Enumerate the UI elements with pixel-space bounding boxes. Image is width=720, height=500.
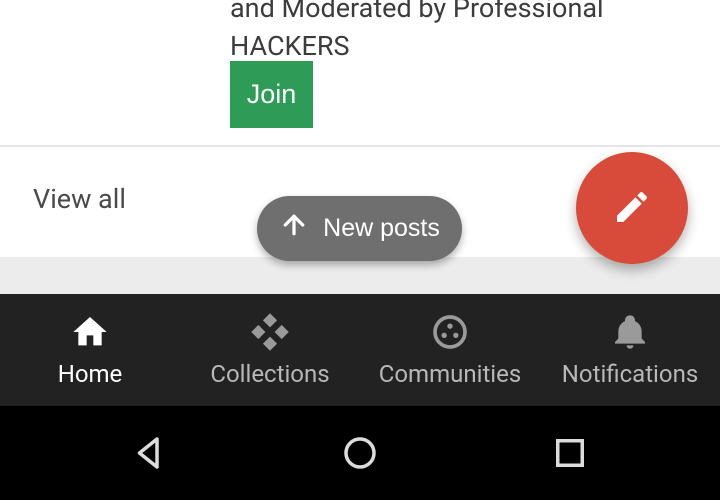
- arrow-up-icon: [279, 210, 309, 247]
- community-desc-line2: HACKERS: [230, 28, 604, 66]
- tab-communities-label: Communities: [379, 360, 522, 388]
- collections-icon: [250, 312, 290, 352]
- tab-home[interactable]: Home: [0, 294, 180, 406]
- community-description: and Moderated by Professional HACKERS: [230, 0, 604, 66]
- android-recent-button[interactable]: [510, 423, 630, 483]
- new-posts-button[interactable]: New posts: [257, 196, 462, 261]
- tab-notifications[interactable]: Notifications: [540, 294, 720, 406]
- community-card: and Moderated by Professional HACKERS Jo…: [0, 0, 720, 145]
- bell-icon: [610, 312, 650, 352]
- feed-background: [0, 257, 720, 294]
- tab-home-label: Home: [58, 360, 123, 388]
- join-button[interactable]: Join: [230, 61, 313, 128]
- new-posts-label: New posts: [323, 214, 440, 243]
- bottom-tab-bar: Home Collections Communities Notificatio…: [0, 294, 720, 406]
- tab-collections[interactable]: Collections: [180, 294, 360, 406]
- android-system-nav: [0, 406, 720, 500]
- communities-icon: [430, 312, 470, 352]
- home-icon: [70, 312, 110, 352]
- android-home-button[interactable]: [300, 423, 420, 483]
- android-back-button[interactable]: [90, 423, 210, 483]
- view-all-link[interactable]: View all: [33, 183, 126, 215]
- tab-collections-label: Collections: [210, 360, 329, 388]
- compose-fab[interactable]: [576, 152, 688, 264]
- pencil-icon: [612, 187, 652, 230]
- community-desc-line1: and Moderated by Professional: [230, 0, 604, 28]
- tab-notifications-label: Notifications: [562, 360, 698, 388]
- tab-communities[interactable]: Communities: [360, 294, 540, 406]
